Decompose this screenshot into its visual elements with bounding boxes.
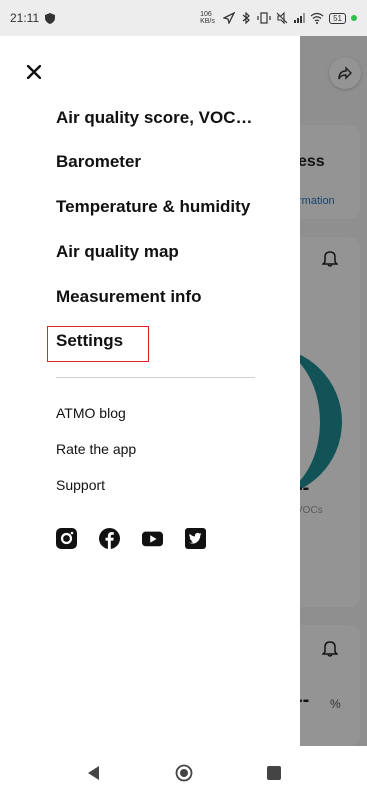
facebook-icon — [99, 528, 120, 549]
close-icon — [27, 65, 41, 79]
signal-icon — [294, 13, 306, 23]
close-drawer-button[interactable] — [20, 58, 48, 86]
status-time: 21:11 — [10, 11, 40, 25]
status-bar: 21:11 106 KB/s 51 — [0, 0, 367, 36]
link-rate-the-app[interactable]: Rate the app — [56, 441, 136, 457]
back-button[interactable] — [84, 763, 104, 783]
system-navigation-bar — [0, 746, 367, 800]
twitter-button[interactable] — [185, 528, 206, 549]
home-button[interactable] — [174, 763, 194, 783]
bluetooth-icon — [242, 12, 250, 24]
menu-item-barometer[interactable]: Barometer — [56, 152, 141, 172]
recents-button[interactable] — [264, 763, 284, 783]
mute-icon — [276, 12, 288, 24]
instagram-icon — [56, 528, 77, 549]
status-left: 21:11 — [10, 11, 56, 25]
menu-item-settings[interactable]: Settings — [56, 331, 123, 351]
facebook-button[interactable] — [99, 528, 120, 549]
shield-icon — [45, 12, 56, 24]
navigation-drawer: Air quality score, VOC… Barometer Temper… — [0, 36, 300, 746]
wifi-icon — [310, 12, 324, 24]
menu-item-temperature-humidity[interactable]: Temperature & humidity — [56, 197, 250, 217]
menu-item-air-quality-score[interactable]: Air quality score, VOC… — [56, 108, 253, 128]
link-atmo-blog[interactable]: ATMO blog — [56, 405, 126, 421]
link-support[interactable]: Support — [56, 477, 105, 493]
status-right: 106 KB/s 51 — [200, 11, 357, 25]
menu-item-measurement-info[interactable]: Measurement info — [56, 287, 201, 307]
vibrate-icon — [257, 12, 271, 24]
drawer-divider — [56, 377, 255, 378]
back-icon — [87, 766, 99, 780]
recents-icon — [266, 766, 281, 780]
menu-item-air-quality-map[interactable]: Air quality map — [56, 242, 179, 262]
instagram-button[interactable] — [56, 528, 77, 549]
battery-icon: 51 — [329, 12, 346, 24]
location-icon — [223, 12, 236, 24]
network-speed: 106 KB/s — [200, 11, 215, 25]
social-links — [56, 528, 206, 549]
home-icon — [175, 764, 192, 782]
notification-dot — [351, 15, 357, 21]
youtube-button[interactable] — [142, 528, 163, 549]
twitter-icon — [185, 528, 206, 549]
youtube-icon — [142, 531, 163, 547]
